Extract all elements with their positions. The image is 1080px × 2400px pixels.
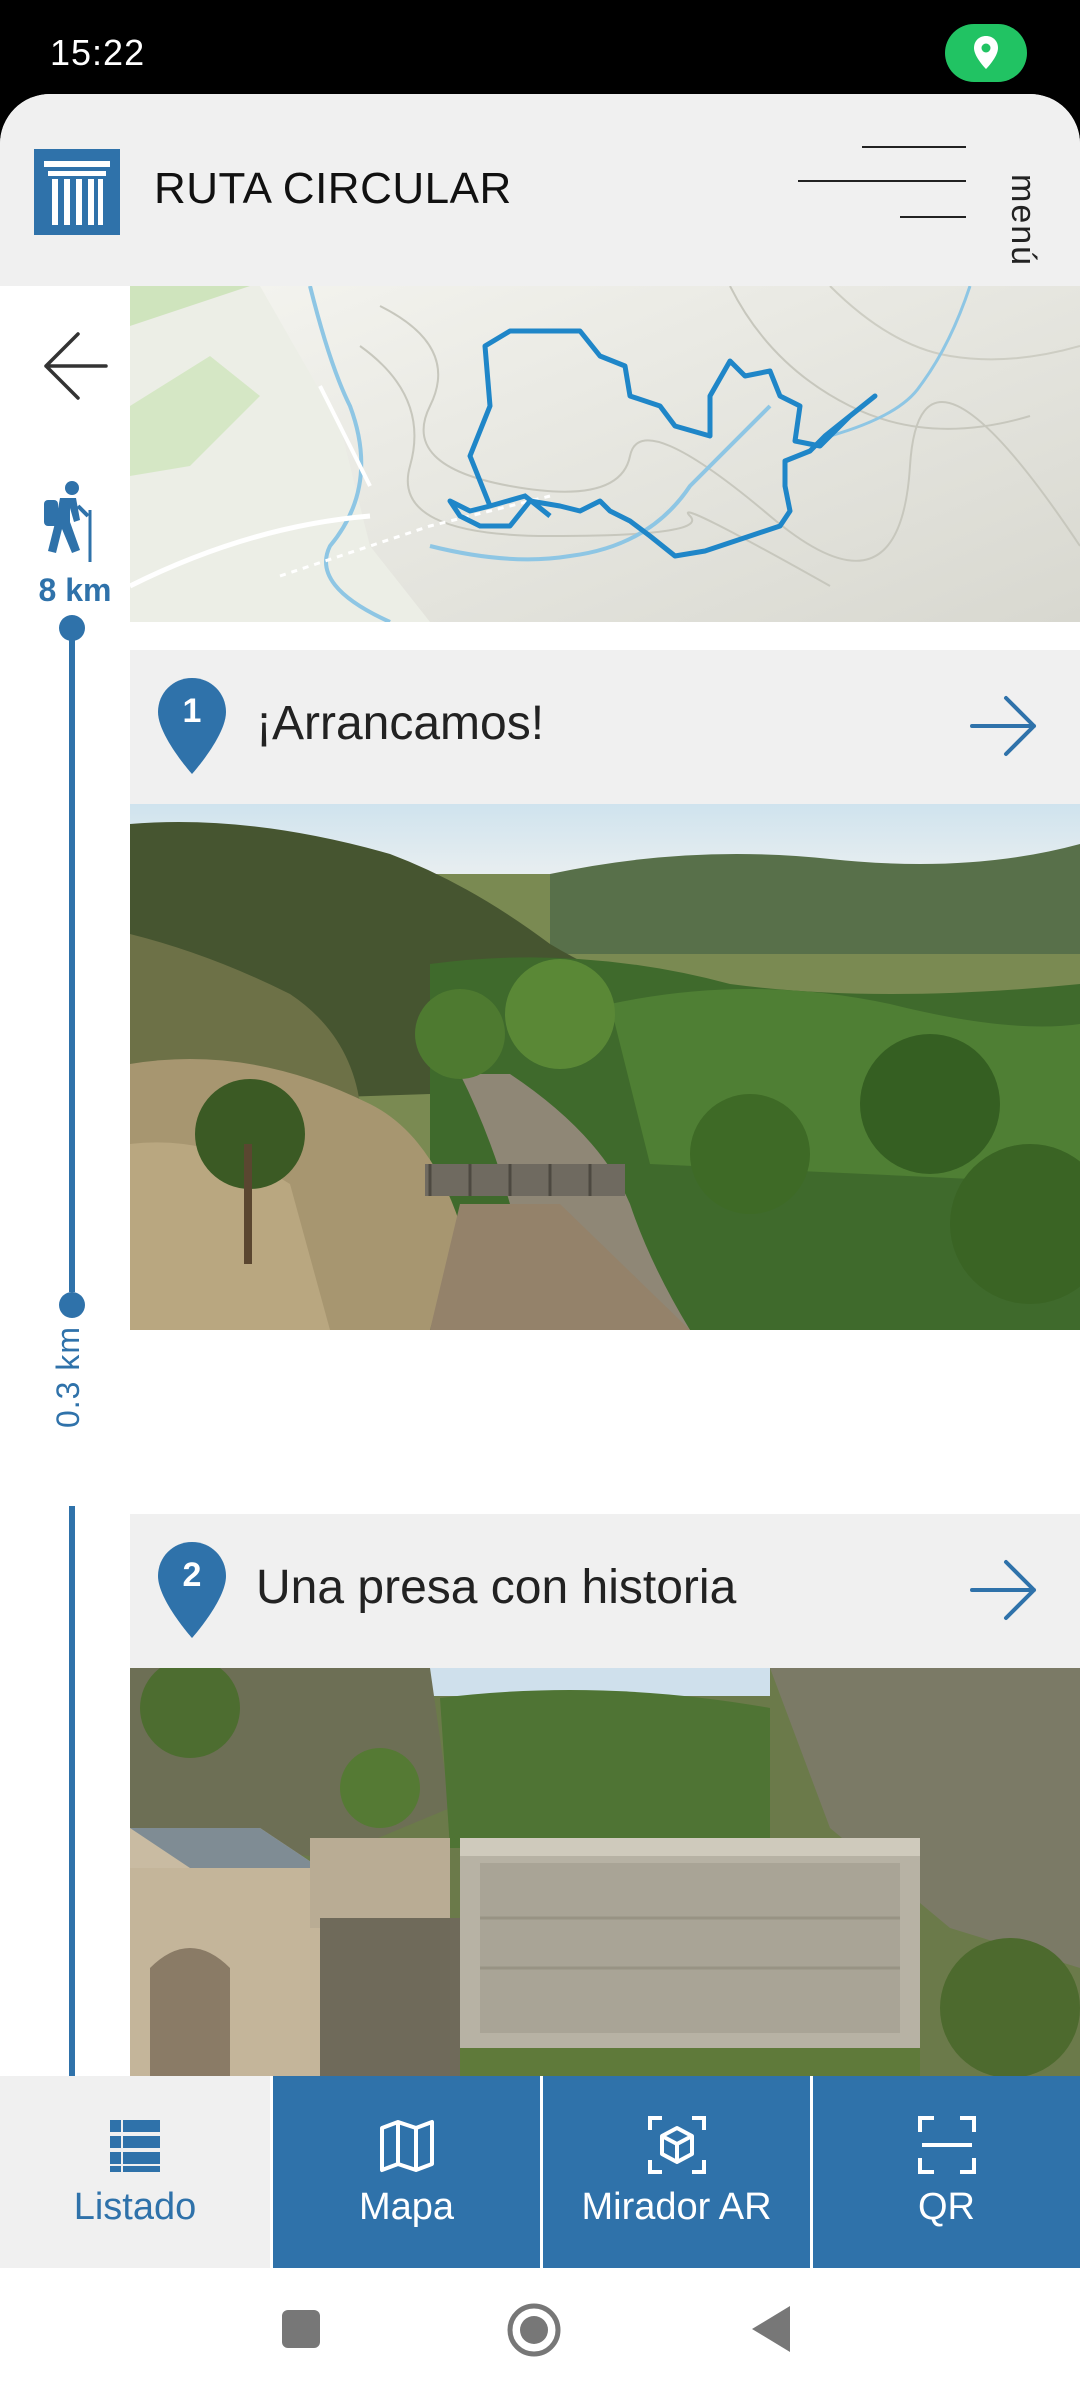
tab-label: Mapa xyxy=(358,2186,455,2228)
location-indicator xyxy=(945,24,1027,82)
tab-label: Listado xyxy=(73,2186,197,2228)
tab-qr[interactable]: QR xyxy=(810,2076,1080,2268)
total-distance: 8 km xyxy=(38,572,112,608)
back-arrow-icon[interactable] xyxy=(40,326,112,406)
timeline-stop-dot xyxy=(59,1292,85,1318)
qr-scan-icon xyxy=(917,2116,976,2174)
status-time: 15:22 xyxy=(50,32,146,73)
app-logo xyxy=(34,149,120,235)
segment-distance: 0.3 km xyxy=(50,1326,86,1429)
map-icon xyxy=(379,2120,434,2172)
tab-listado[interactable]: Listado xyxy=(0,2076,270,2268)
menu-button[interactable]: menú xyxy=(790,124,1080,268)
menu-label: menú xyxy=(1004,174,1042,268)
route-map-preview[interactable] xyxy=(130,286,1080,622)
stop-number: 2 xyxy=(182,1556,202,1594)
status-bar: 15:22 xyxy=(0,0,1080,96)
stop-card-header[interactable]: 2 Una presa con historia xyxy=(130,1514,1080,1668)
system-navigation-bar xyxy=(0,2268,1080,2400)
list-icon xyxy=(110,2120,160,2172)
tab-label: Mirador AR xyxy=(581,2186,772,2228)
tab-mapa[interactable]: Mapa xyxy=(270,2076,540,2268)
stop-title: Una presa con historia xyxy=(256,1561,737,1614)
valley-road-photo xyxy=(130,804,1080,1330)
app-window: RUTA CIRCULAR menú 8 km 0.3 km 1 ¡Arranc… xyxy=(0,94,1080,2268)
app-header: RUTA CIRCULAR menú xyxy=(0,94,1080,286)
timeline-line xyxy=(69,1506,75,2166)
hiker-icon xyxy=(44,481,92,562)
back-button-icon[interactable] xyxy=(750,2304,792,2354)
stop-number: 1 xyxy=(182,692,202,730)
stop-title: ¡Arrancamos! xyxy=(256,697,545,750)
page-title: RUTA CIRCULAR xyxy=(154,164,512,213)
arrow-right-icon[interactable] xyxy=(968,1554,1040,1626)
route-timeline: 8 km 0.3 km xyxy=(0,286,130,2176)
dam-logo-icon xyxy=(34,149,120,235)
tab-mirador-ar[interactable]: Mirador AR xyxy=(540,2076,810,2268)
location-pin-icon xyxy=(974,36,998,69)
arrow-right-icon[interactable] xyxy=(968,690,1040,762)
stop-card-header[interactable]: 1 ¡Arrancamos! xyxy=(130,650,1080,804)
ar-cube-icon xyxy=(647,2116,706,2174)
timeline-line xyxy=(69,628,75,1292)
bottom-tab-bar: Listado Mapa Mirador AR QR xyxy=(0,2076,1080,2268)
recents-button-icon[interactable] xyxy=(280,2308,322,2350)
dam-photo xyxy=(130,1668,1080,2088)
stop-photo[interactable] xyxy=(130,804,1080,1330)
stop-photo[interactable] xyxy=(130,1668,1080,2088)
tab-label: QR xyxy=(918,2186,975,2228)
home-button-icon[interactable] xyxy=(506,2302,562,2358)
